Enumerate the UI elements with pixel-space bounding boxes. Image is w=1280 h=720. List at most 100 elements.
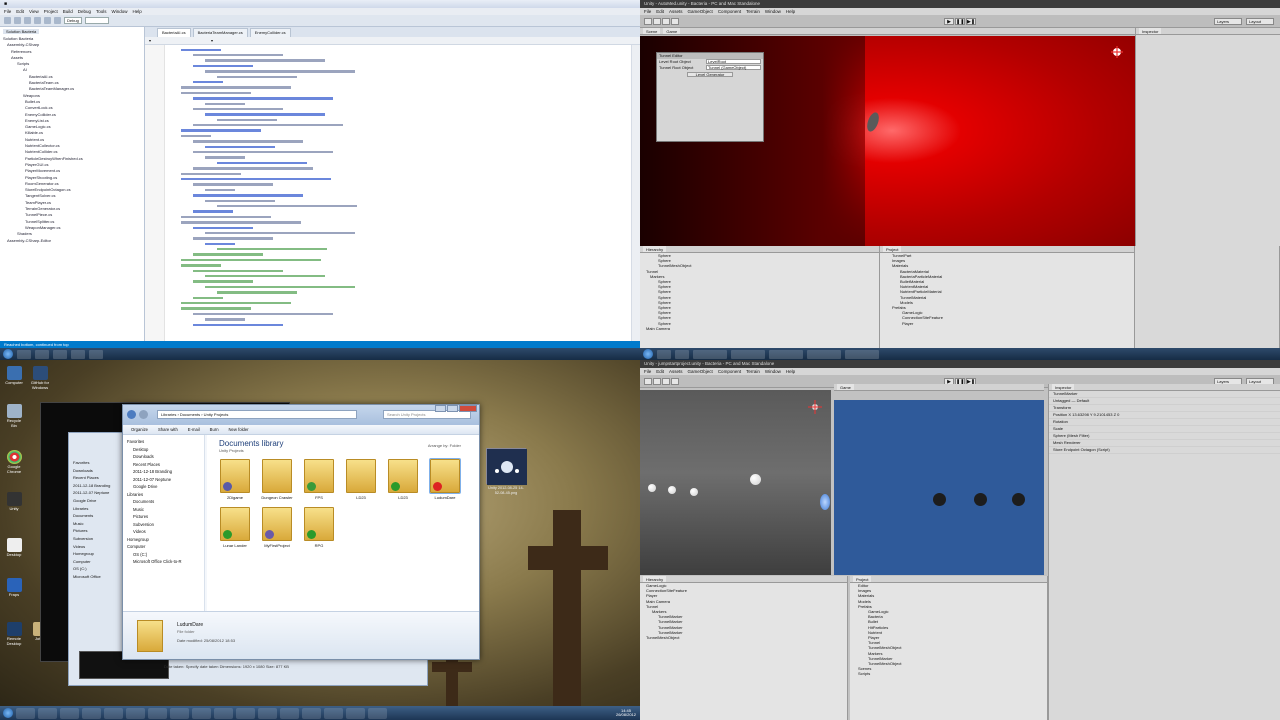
open-icon[interactable] (14, 17, 21, 24)
command-button[interactable]: E-mail (188, 425, 200, 434)
step-button[interactable]: ▶❚ (966, 18, 976, 25)
taskbar-item[interactable] (657, 349, 671, 359)
nav-item[interactable]: Subversion (127, 521, 200, 529)
layer-value[interactable]: Default (1077, 398, 1090, 403)
folder-item[interactable]: RPG (301, 507, 337, 548)
nav-item[interactable]: Documents (127, 498, 200, 506)
taskbar-item[interactable] (258, 707, 277, 719)
address-bar[interactable]: Libraries › Documents › Unity Projects (157, 410, 357, 419)
vs-menu-project[interactable]: Project (44, 9, 58, 14)
taskbar-item[interactable] (346, 707, 365, 719)
arrange-by-dropdown[interactable]: Arrange by: Folder (428, 443, 461, 448)
vs-menu-window[interactable]: Window (112, 9, 128, 14)
member-dropdown[interactable]: ▾ (211, 37, 213, 44)
solution-tree-item[interactable]: Assembly-CSharp-Editor (3, 238, 141, 244)
search-combo[interactable] (84, 17, 109, 24)
desktop-icon[interactable]: Google Chrome (4, 450, 24, 474)
taskbar-item[interactable] (214, 707, 233, 719)
command-button[interactable]: Organize (131, 425, 148, 434)
nav-item[interactable]: Google Drive (127, 483, 200, 491)
start-button[interactable] (643, 349, 653, 359)
inspector-row[interactable]: Sphere (Mesh Filter) (1049, 433, 1280, 440)
command-button[interactable]: Share with (158, 425, 178, 434)
folder-item[interactable]: MyFirstProject (259, 507, 295, 548)
taskbar-item[interactable] (89, 349, 103, 359)
scene-gizmo-icon[interactable] (808, 400, 822, 414)
level-root-field[interactable]: LevelRoot (706, 59, 761, 64)
tab-project[interactable]: Project (883, 246, 902, 252)
move-tool-icon[interactable] (653, 378, 661, 385)
command-button[interactable]: Burn (210, 425, 219, 434)
redo-icon[interactable] (44, 17, 51, 24)
scale-tool-icon[interactable] (671, 378, 679, 385)
taskbar-item[interactable] (675, 349, 689, 359)
unity-menu-item[interactable]: Terrain (746, 8, 760, 15)
unity-menu-item[interactable]: Window (765, 368, 781, 375)
tunnel-root-field[interactable]: Tunnel (GameObject) (706, 65, 761, 70)
desktop-icon[interactable]: Unity (4, 492, 24, 512)
rotate-tool-icon[interactable] (662, 378, 670, 385)
editor-scrollbar[interactable] (631, 45, 640, 341)
folder-item[interactable]: FPS (301, 459, 337, 500)
taskbar-item[interactable] (17, 349, 31, 359)
tab-game[interactable]: Game (663, 28, 681, 34)
taskbar-item[interactable] (192, 707, 211, 719)
start-button[interactable] (3, 349, 13, 359)
tag-value[interactable]: Untagged (1053, 398, 1070, 403)
sphere-object[interactable] (668, 486, 676, 494)
vs-menu-tools[interactable]: Tools (96, 9, 107, 14)
close-button[interactable] (459, 405, 477, 412)
unity-menu-item[interactable]: File (644, 8, 651, 15)
maximize-button[interactable] (447, 405, 458, 412)
taskbar-item[interactable] (807, 349, 841, 359)
editor-tab[interactable]: BacteriaTeamManager.cs (192, 28, 248, 37)
unity-menu-item[interactable]: Edit (656, 368, 664, 375)
nav-item[interactable]: OS (C:) (127, 551, 200, 559)
inspector-row[interactable]: Position X 13.63298 Y 9.2101453 Z 0 (1049, 412, 1280, 419)
taskbar-item[interactable] (38, 707, 57, 719)
taskbar-item[interactable] (148, 707, 167, 719)
desktop-icon[interactable]: Remote Desktop (4, 622, 24, 646)
sphere-object[interactable] (690, 488, 698, 496)
unity-menu-item[interactable]: GameObject (688, 368, 713, 375)
hand-tool-icon[interactable] (644, 18, 652, 25)
folder-item[interactable]: Dungeon Crawler (259, 459, 295, 500)
save-icon[interactable] (24, 17, 31, 24)
taskbar-item[interactable] (71, 349, 85, 359)
pause-button[interactable]: ❚❚ (955, 18, 965, 25)
unity-menu-item[interactable]: GameObject (688, 8, 713, 15)
taskbar-item[interactable] (302, 707, 321, 719)
unity-menu-item[interactable]: File (644, 368, 651, 375)
minimize-button[interactable] (435, 405, 446, 412)
sphere-object-selected[interactable] (820, 494, 830, 510)
inspector-row[interactable]: Rotation (1049, 419, 1280, 426)
nav-item[interactable]: Downloads (127, 453, 200, 461)
vs-menu-file[interactable]: File (4, 9, 11, 14)
taskbar-item[interactable] (82, 707, 101, 719)
desktop-icon[interactable]: Recycle Bin (4, 404, 24, 428)
taskbar-item[interactable] (693, 349, 727, 359)
tab-scene[interactable]: Scene (643, 28, 661, 34)
taskbar-item[interactable] (280, 707, 299, 719)
nav-item[interactable]: Videos (127, 528, 200, 536)
start-button[interactable] (3, 708, 13, 718)
nav-item[interactable]: Libraries (127, 491, 200, 499)
unity-menu-item[interactable]: Edit (656, 8, 664, 15)
taskbar-item[interactable] (35, 349, 49, 359)
editor-tab[interactable]: EnemyCollider.cs (249, 28, 291, 37)
unity-menu-item[interactable]: Help (786, 368, 795, 375)
folder-item[interactable]: LudumDare (427, 458, 463, 500)
scene-gizmo-icon[interactable] (1110, 46, 1124, 58)
tab-project[interactable]: Project (853, 576, 872, 582)
taskbar-item[interactable] (53, 349, 67, 359)
unity-menu-item[interactable]: Help (786, 8, 795, 15)
folder-item[interactable]: LD23 (343, 459, 379, 500)
taskbar-item[interactable] (845, 349, 879, 359)
editor-tab-active[interactable]: BacteriaAI.cs (157, 28, 191, 37)
taskbar-item[interactable] (236, 707, 255, 719)
inspector-row[interactable]: Scale (1049, 426, 1280, 433)
scene-view[interactable] (640, 390, 831, 575)
game-view-blue[interactable] (834, 400, 1044, 575)
sphere-object[interactable] (750, 474, 761, 485)
taskbar-item[interactable] (769, 349, 803, 359)
